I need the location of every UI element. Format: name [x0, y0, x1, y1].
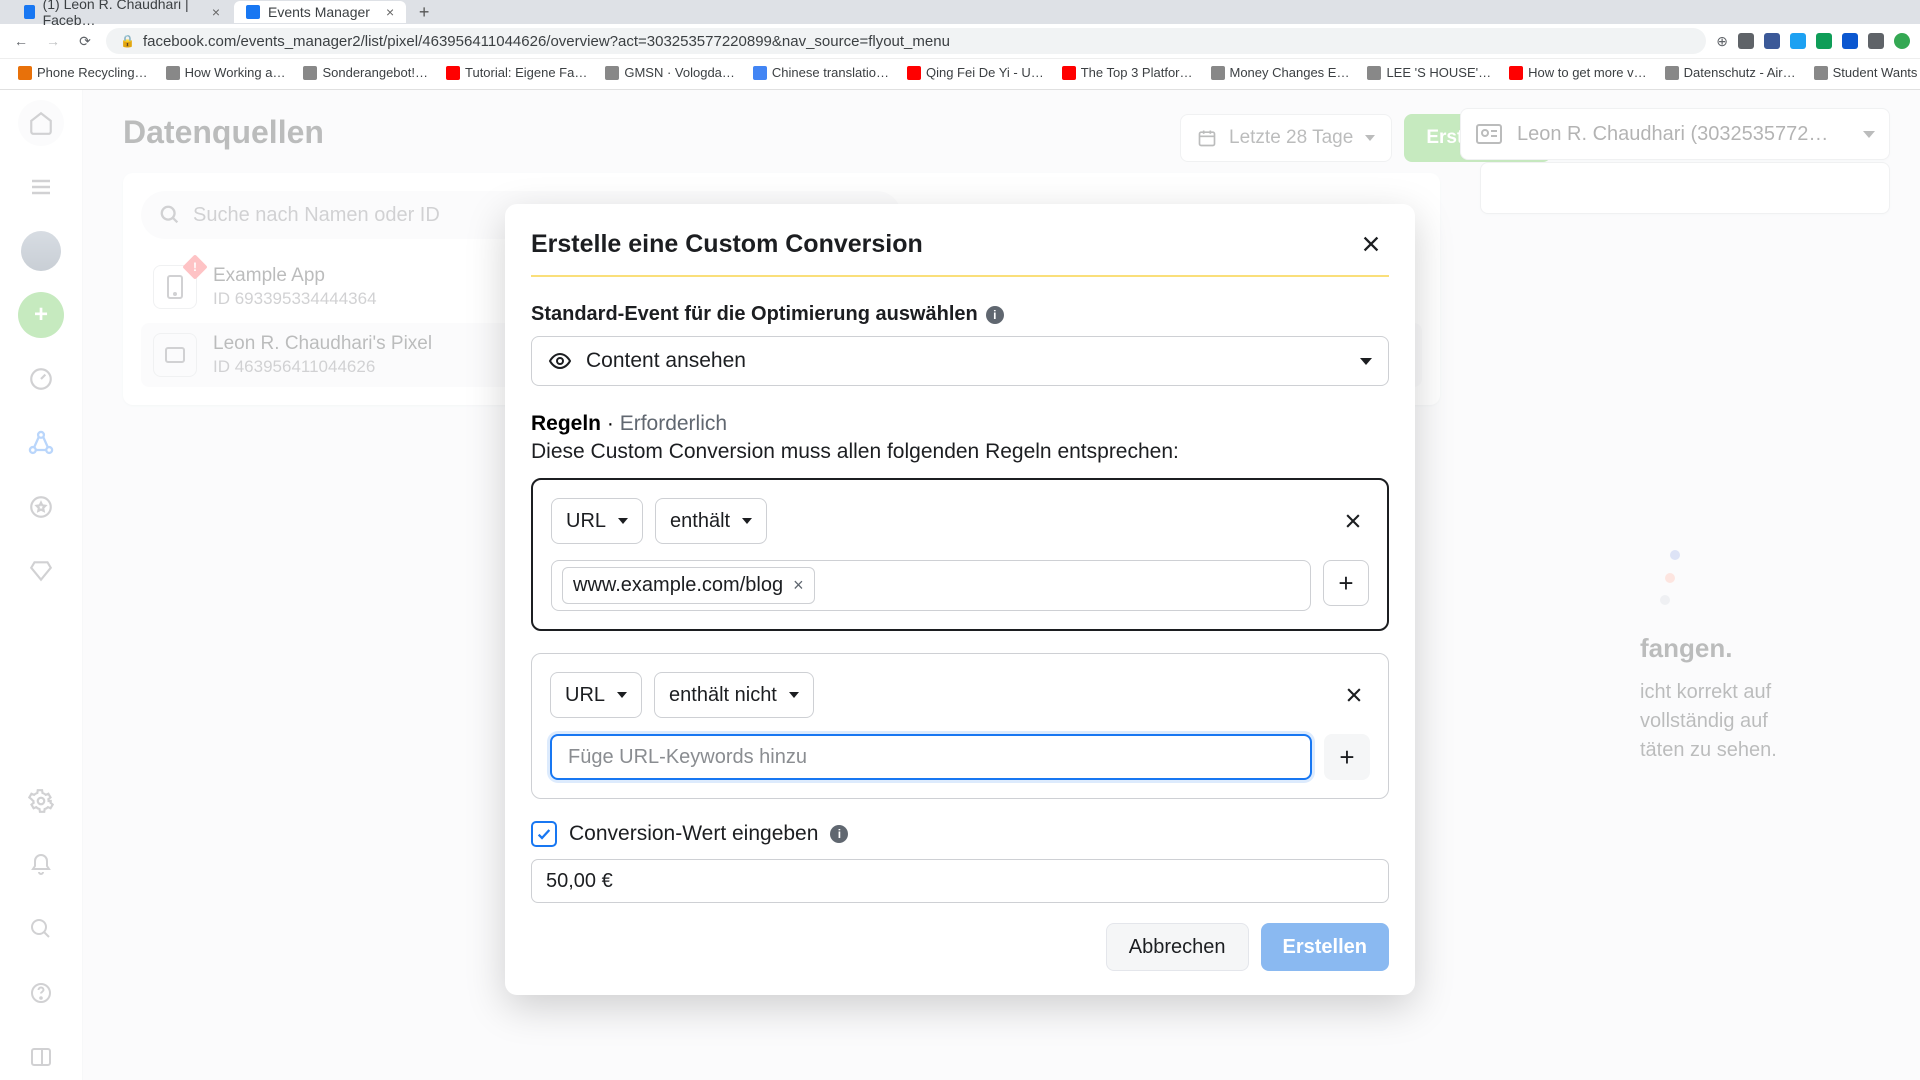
new-tab-button[interactable]: +	[414, 2, 434, 22]
url-text: facebook.com/events_manager2/list/pixel/…	[143, 33, 950, 50]
bookmark-item[interactable]: The Top 3 Platfor…	[1056, 62, 1199, 83]
bookmark-item[interactable]: Qing Fei De Yi - U…	[901, 62, 1050, 83]
bookmarks-bar: Phone Recycling… How Working a… Sonderan…	[0, 58, 1920, 86]
close-icon[interactable]: ×	[212, 4, 220, 20]
nav-bar: ← → ⟳ 🔒 facebook.com/events_manager2/lis…	[0, 24, 1920, 58]
keyword-placeholder: Füge URL-Keywords hinzu	[562, 746, 807, 769]
facebook-icon	[246, 5, 260, 19]
extension-icons: ⊕	[1716, 33, 1910, 50]
plus-icon: +	[1338, 568, 1353, 599]
rule-operator-select[interactable]: enthält	[655, 498, 767, 544]
remove-token-button[interactable]: ×	[793, 575, 804, 596]
browser-tab[interactable]: (1) Leon R. Chaudhari | Faceb… ×	[12, 1, 232, 23]
facebook-icon	[24, 5, 35, 19]
close-icon	[1360, 233, 1382, 255]
check-icon	[536, 826, 552, 842]
ext-icon[interactable]	[1842, 33, 1858, 49]
rules-header: Regeln · Erforderlich	[531, 412, 1389, 436]
chevron-down-icon	[789, 692, 799, 698]
bookmark-item[interactable]: LEE 'S HOUSE'…	[1361, 62, 1497, 83]
zoom-icon[interactable]: ⊕	[1716, 33, 1728, 50]
browser-tab[interactable]: Events Manager ×	[234, 1, 406, 23]
remove-rule-button[interactable]	[1337, 507, 1369, 535]
rules-description: Diese Custom Conversion muss allen folge…	[531, 440, 1389, 464]
back-button[interactable]: ←	[10, 30, 32, 52]
fb-ext-icon[interactable]	[1764, 33, 1780, 49]
bookmark-item[interactable]: Student Wants an…	[1808, 62, 1920, 83]
reload-button[interactable]: ⟳	[74, 30, 96, 52]
close-icon	[1344, 685, 1364, 705]
bookmark-item[interactable]: Chinese translatio…	[747, 62, 895, 83]
chevron-down-icon	[617, 692, 627, 698]
modal-title: Erstelle eine Custom Conversion	[531, 230, 923, 259]
forward-button[interactable]: →	[42, 30, 64, 52]
tab-title: Events Manager	[268, 4, 370, 20]
plus-icon: +	[1339, 742, 1354, 773]
rule-operator-select[interactable]: enthält nicht	[654, 672, 814, 718]
bookmark-item[interactable]: Phone Recycling…	[12, 62, 154, 83]
add-rule-value-button[interactable]: +	[1323, 560, 1369, 606]
chevron-down-icon	[618, 518, 628, 524]
add-rule-value-button[interactable]: +	[1324, 734, 1370, 780]
conversion-value-input[interactable]	[531, 859, 1389, 903]
avatar-icon[interactable]	[1894, 33, 1910, 49]
remove-rule-button[interactable]	[1338, 681, 1370, 709]
modal-close-button[interactable]	[1353, 226, 1389, 262]
close-icon[interactable]: ×	[386, 4, 394, 20]
conversion-value-row: Conversion-Wert eingeben i	[531, 821, 1389, 847]
app-root: + Datenquellen	[0, 90, 1920, 1080]
eye-icon	[548, 349, 572, 373]
event-select[interactable]: Content ansehen	[531, 336, 1389, 386]
keyword-input[interactable]: Füge URL-Keywords hinzu	[550, 734, 1312, 780]
rule-field-select[interactable]: URL	[550, 672, 642, 718]
browser-chrome: (1) Leon R. Chaudhari | Faceb… × Events …	[0, 0, 1920, 90]
conversion-value-label: Conversion-Wert eingeben	[569, 822, 818, 846]
rule-box: URL enthält www.example.com/blog	[531, 478, 1389, 631]
conversion-value-checkbox[interactable]	[531, 821, 557, 847]
info-icon[interactable]: i	[830, 825, 848, 843]
info-icon[interactable]: i	[986, 306, 1004, 324]
tab-title: (1) Leon R. Chaudhari | Faceb…	[43, 0, 196, 28]
keyword-token: www.example.com/blog ×	[562, 567, 815, 604]
lock-icon: 🔒	[120, 34, 135, 48]
event-selected: Content ansehen	[586, 349, 1346, 373]
bookmark-item[interactable]: How Working a…	[160, 62, 292, 83]
rule-box: URL enthält nicht Füge URL-Keywords hinz…	[531, 653, 1389, 799]
close-icon	[1343, 511, 1363, 531]
bookmark-item[interactable]: Tutorial: Eigene Fa…	[440, 62, 593, 83]
rule-field-select[interactable]: URL	[551, 498, 643, 544]
keyword-input[interactable]: www.example.com/blog ×	[551, 560, 1311, 611]
ext-icon[interactable]	[1816, 33, 1832, 49]
custom-conversion-modal: Erstelle eine Custom Conversion Standard…	[505, 204, 1415, 995]
bookmark-item[interactable]: Datenschutz - Air…	[1659, 62, 1802, 83]
ext-icon[interactable]	[1790, 33, 1806, 49]
chevron-down-icon	[742, 518, 752, 524]
cancel-button[interactable]: Abbrechen	[1106, 923, 1249, 971]
url-bar[interactable]: 🔒 facebook.com/events_manager2/list/pixe…	[106, 28, 1706, 54]
star-icon[interactable]	[1738, 33, 1754, 49]
menu-icon[interactable]	[1868, 33, 1884, 49]
standard-event-label: Standard-Event für die Optimierung auswä…	[531, 303, 1389, 326]
submit-button[interactable]: Erstellen	[1261, 923, 1389, 971]
tab-bar: (1) Leon R. Chaudhari | Faceb… × Events …	[0, 0, 1920, 24]
bookmark-item[interactable]: GMSN · Vologda…	[599, 62, 741, 83]
chevron-down-icon	[1360, 358, 1372, 365]
bookmark-item[interactable]: How to get more v…	[1503, 62, 1653, 83]
bookmark-item[interactable]: Money Changes E…	[1205, 62, 1356, 83]
bookmark-item[interactable]: Sonderangebot!…	[297, 62, 434, 83]
